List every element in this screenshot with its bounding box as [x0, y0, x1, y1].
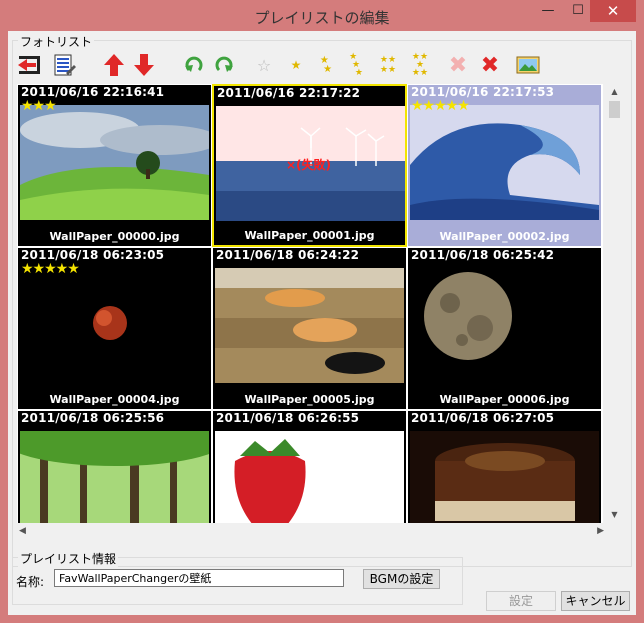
photo-filename: WallPaper_00006.jpg [439, 393, 570, 406]
remove-from-playlist-button[interactable] [16, 51, 44, 79]
scroll-left-arrow[interactable]: ◀ [19, 524, 33, 539]
cancel-button[interactable]: キャンセル [561, 591, 630, 611]
star-empty-icon: ☆ [256, 55, 272, 75]
rotate-left-icon [185, 56, 203, 72]
vertical-scrollbar[interactable]: ▲ ▼ [606, 84, 623, 523]
photo-tile[interactable]: 2011/06/18 06:25:56 [17, 410, 212, 523]
scroll-thumb[interactable] [609, 101, 620, 118]
star-4-icon: ★★ ★★ [379, 55, 397, 75]
rotate-right-icon [215, 56, 233, 72]
star-3-icon: ★ ★ ★ [349, 52, 363, 78]
photo-tile[interactable]: 2011/06/18 06:23:05 ★★★★★ WallPaper_0000… [17, 247, 212, 410]
photo-timestamp: 2011/06/18 06:25:56 [21, 411, 165, 425]
photo-filename: WallPaper_00000.jpg [49, 230, 180, 243]
star-5-icon: ★★ ★ ★★ [411, 52, 429, 78]
list-edit-icon [54, 54, 76, 76]
photo-tile[interactable]: 2011/06/18 06:26:55 [212, 410, 407, 523]
thumbnail-ocean-wave [410, 105, 599, 220]
photo-list-label: フォトリスト [18, 33, 95, 50]
rating-3-button[interactable]: ★ ★ ★ [342, 51, 370, 79]
rating-1-button[interactable]: ★ [282, 51, 310, 79]
photo-filename: WallPaper_00001.jpg [244, 229, 375, 242]
photo-tile[interactable]: 2011/06/18 06:24:22 WallPaper_00005.jpg [212, 247, 407, 410]
photo-timestamp: 2011/06/18 06:26:55 [216, 411, 360, 425]
name-label: 名称: [16, 575, 45, 589]
set-wallpaper-button[interactable] [514, 51, 542, 79]
delete-file-disabled-button[interactable]: ✖ [444, 51, 472, 79]
close-button[interactable]: ✕ [590, 0, 636, 22]
delete-button[interactable]: ✖ [476, 51, 504, 79]
bgm-settings-button[interactable]: BGMの設定 [363, 569, 440, 589]
star-1-icon: ★ [290, 58, 302, 72]
thumbnail-strawberry [215, 431, 404, 523]
delete-faded-icon: ✖ [448, 52, 468, 78]
photo-tile[interactable]: 2011/06/18 06:27:05 [407, 410, 602, 523]
move-down-button[interactable] [130, 51, 158, 79]
photo-filename: WallPaper_00002.jpg [439, 230, 570, 243]
client-area: フォトリスト ☆ ★ ★ ★ ★ ★ ★ ★★ ★★ ★★ ★ ★★ ✖ ✖ 2… [8, 31, 636, 615]
photo-timestamp: 2011/06/18 06:23:05 [21, 248, 165, 262]
delete-icon: ✖ [480, 52, 500, 78]
rating-0-button[interactable]: ☆ [250, 51, 278, 79]
photo-timestamp: 2011/06/16 22:16:41 [21, 85, 165, 99]
photo-tile[interactable]: 2011/06/18 06:25:42 WallPaper_00006.jpg [407, 247, 602, 410]
rotate-left-button[interactable] [180, 51, 208, 79]
thumbnail-hill-tree [20, 105, 209, 220]
maximize-button[interactable]: ☐ [563, 0, 593, 22]
apply-button[interactable]: 設定 [486, 591, 556, 611]
photo-rating-stars: ★★★ [21, 98, 57, 114]
rotate-right-button[interactable] [210, 51, 238, 79]
photo-timestamp: 2011/06/16 22:17:22 [217, 86, 361, 100]
photo-tile-current[interactable]: 2011/06/16 22:17:22 ×(失敗) WallPaper_0000… [212, 84, 407, 247]
photo-tile[interactable]: 2011/06/16 22:16:41 ★★★ WallPaper_00000.… [17, 84, 212, 247]
arrow-up-icon [104, 54, 124, 76]
thumbnail-forest [20, 431, 209, 523]
photo-filename: WallPaper_00004.jpg [49, 393, 180, 406]
title-bar[interactable]: プレイリストの編集 — ☐ ✕ [0, 0, 644, 31]
rating-2-button[interactable]: ★ ★ [312, 51, 340, 79]
photo-filename: WallPaper_00005.jpg [244, 393, 375, 406]
thumbnail-cats-stairs [215, 268, 404, 383]
move-up-button[interactable] [100, 51, 128, 79]
load-error-label: ×(失敗) [286, 158, 332, 172]
remove-from-list-icon [18, 56, 40, 74]
edit-list-button[interactable] [50, 51, 78, 79]
photo-timestamp: 2011/06/18 06:25:42 [411, 248, 555, 262]
playlist-editor-window: プレイリストの編集 — ☐ ✕ フォトリスト ☆ ★ ★ ★ ★ ★ ★ ★★ … [0, 0, 644, 623]
photo-timestamp: 2011/06/16 22:17:53 [411, 85, 555, 99]
star-2-icon: ★ ★ [319, 55, 333, 75]
photo-grid[interactable]: 2011/06/16 22:16:41 ★★★ WallPaper_00000.… [17, 84, 603, 523]
photo-rating-stars: ★★★★★ [411, 98, 470, 114]
minimize-button[interactable]: — [533, 0, 563, 22]
arrow-down-icon [134, 54, 154, 76]
photo-rating-stars: ★★★★★ [21, 261, 80, 277]
thumbnail-lunar-eclipse [20, 268, 209, 383]
landscape-image-icon [516, 56, 540, 74]
rating-5-button[interactable]: ★★ ★ ★★ [406, 51, 434, 79]
horizontal-scrollbar[interactable]: ◀ ▶ [17, 524, 606, 539]
scroll-right-arrow[interactable]: ▶ [590, 524, 604, 539]
scroll-down-arrow[interactable]: ▼ [606, 507, 623, 523]
scroll-up-arrow[interactable]: ▲ [606, 84, 623, 100]
playlist-info-label: プレイリスト情報 [18, 550, 119, 567]
thumbnail-moon [410, 268, 599, 383]
photo-tile-selected[interactable]: 2011/06/16 22:17:53 ★★★★★ WallPaper_0000… [407, 84, 602, 247]
rating-4-button[interactable]: ★★ ★★ [374, 51, 402, 79]
photo-timestamp: 2011/06/18 06:24:22 [216, 248, 360, 262]
photo-timestamp: 2011/06/18 06:27:05 [411, 411, 555, 425]
playlist-name-input[interactable] [54, 569, 344, 587]
thumbnail-chocolate-cake [410, 431, 599, 523]
